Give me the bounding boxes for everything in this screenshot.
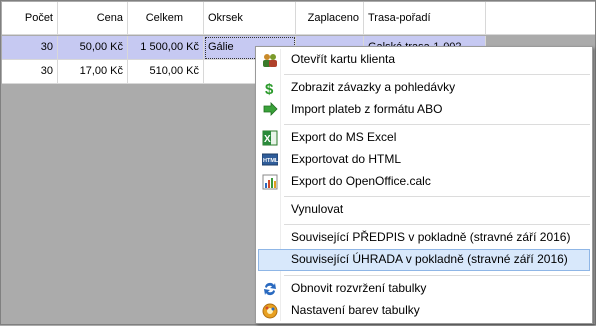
- color-settings-icon: [262, 303, 278, 319]
- refresh-icon: [262, 281, 278, 297]
- menu-item-open-client-card[interactable]: Otevřít kartu klienta: [258, 49, 590, 70]
- menu-item-reset-layout[interactable]: Obnovit rozvržení tabulky: [258, 278, 590, 299]
- menu-separator: [284, 74, 590, 75]
- import-arrow-icon: [262, 102, 278, 118]
- column-header-pocet[interactable]: Počet: [2, 2, 58, 35]
- menu-item-label: Vynulovat: [291, 202, 344, 216]
- cell-cena[interactable]: 17,00 Kč: [58, 60, 128, 84]
- menu-item-label: Související PŘEDPIS v pokladně (stravné …: [291, 230, 571, 244]
- cell-cena[interactable]: 50,00 Kč: [58, 36, 128, 60]
- calc-chart-icon: [262, 174, 278, 190]
- cell-pocet[interactable]: 30: [2, 36, 58, 60]
- menu-separator: [284, 196, 590, 197]
- menu-item-label: Otevřít kartu klienta: [291, 52, 396, 66]
- menu-item-label: Obnovit rozvržení tabulky: [291, 281, 427, 295]
- menu-separator: [284, 124, 590, 125]
- client-card-icon: [262, 52, 278, 68]
- column-header-okrsek[interactable]: Okrsek: [204, 2, 296, 35]
- menu-item-label: Import plateb z formátu ABO: [291, 102, 443, 116]
- cell-celkem[interactable]: 1 500,00 Kč: [128, 36, 204, 60]
- menu-separator: [284, 224, 590, 225]
- menu-item-label: Export do MS Excel: [291, 130, 397, 144]
- menu-item-label: Nastavení barev tabulky: [291, 303, 420, 317]
- column-header-trasa[interactable]: Trasa-pořadí: [364, 2, 486, 35]
- svg-text:HTML: HTML: [263, 158, 278, 164]
- menu-separator: [284, 275, 590, 276]
- svg-text:$: $: [265, 81, 274, 96]
- menu-item-label: Exportovat do HTML: [291, 152, 402, 166]
- menu-item-color-settings[interactable]: Nastavení barev tabulky: [258, 300, 590, 321]
- column-header-cena[interactable]: Cena: [58, 2, 128, 35]
- menu-item-label: Export do OpenOffice.calc: [291, 174, 431, 188]
- menu-item-export-calc[interactable]: Export do OpenOffice.calc: [258, 171, 590, 192]
- column-header-zaplaceno[interactable]: Zaplaceno: [296, 2, 364, 35]
- cell-celkem[interactable]: 510,00 Kč: [128, 60, 204, 84]
- menu-item-import-abo[interactable]: Import plateb z formátu ABO: [258, 99, 590, 120]
- menu-item-reset[interactable]: Vynulovat: [258, 199, 590, 220]
- column-header-celkem[interactable]: Celkem: [128, 2, 204, 35]
- html-icon: HTML: [261, 152, 279, 168]
- menu-item-export-html[interactable]: HTML Exportovat do HTML: [258, 149, 590, 170]
- dollar-icon: $: [262, 80, 278, 98]
- menu-item-show-liabilities[interactable]: $ Zobrazit závazky a pohledávky: [258, 77, 590, 98]
- column-header-filler: [486, 2, 595, 35]
- menu-item-label: Související ÚHRADA v pokladně (stravné z…: [291, 252, 568, 266]
- context-menu: Otevřít kartu klienta $ Zobrazit závazky…: [255, 46, 593, 324]
- excel-icon: X: [262, 130, 278, 146]
- svg-text:X: X: [264, 134, 271, 145]
- menu-item-related-uhrada[interactable]: Související ÚHRADA v pokladně (stravné z…: [258, 249, 590, 271]
- menu-item-related-predpis[interactable]: Související PŘEDPIS v pokladně (stravné …: [258, 227, 590, 248]
- menu-item-export-excel[interactable]: X Export do MS Excel: [258, 127, 590, 148]
- cell-pocet[interactable]: 30: [2, 60, 58, 84]
- menu-item-label: Zobrazit závazky a pohledávky: [291, 80, 456, 94]
